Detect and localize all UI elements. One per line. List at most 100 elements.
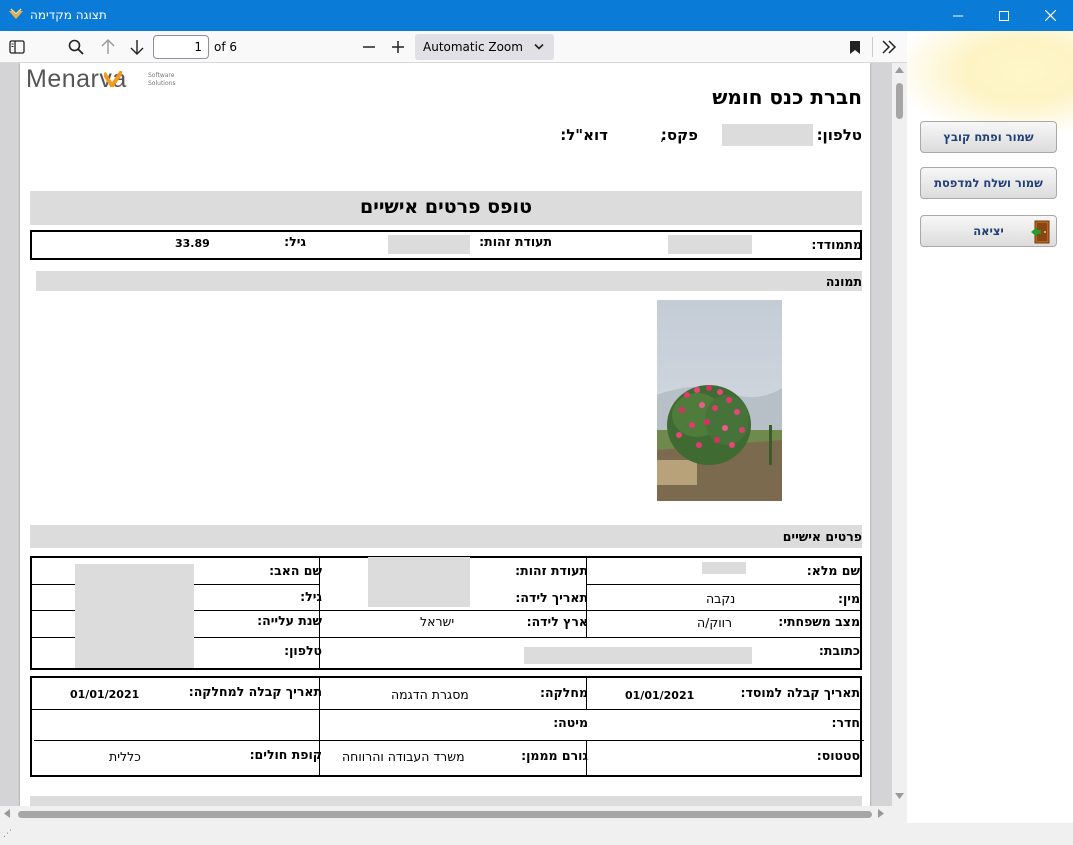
- scroll-right-icon[interactable]: [878, 809, 884, 818]
- bookmark-button[interactable]: [844, 37, 866, 57]
- contact-email-label: דוא"ל:: [560, 126, 608, 144]
- summary-id-label: תעודת זהות:: [479, 234, 552, 249]
- department-label: מחלקה:: [540, 685, 588, 700]
- save-send-printer-label: שמור ושלח למדפסת: [934, 176, 1043, 190]
- toolbar-divider: [872, 37, 873, 57]
- resident-name-redacted: [668, 235, 752, 254]
- arrow-down-icon: [130, 40, 144, 55]
- save-send-printer-button[interactable]: שמור ושלח למדפסת: [920, 167, 1057, 199]
- menarva-logo: Menarva Software Solutions: [26, 65, 176, 94]
- dept-admission-label: תאריך קבלה למחלקה:: [188, 684, 322, 699]
- logo-sub-software: Software: [148, 72, 175, 79]
- address-label: כתובת:: [818, 643, 860, 658]
- exit-label: יציאה: [973, 224, 1004, 238]
- full-name-redacted: [702, 562, 746, 574]
- zoom-in-button[interactable]: [387, 37, 409, 57]
- summary-age-label: גיל:: [284, 234, 306, 249]
- bed-label: מיטה:: [553, 715, 588, 730]
- dept-admission-value: 01/01/2021: [70, 688, 140, 701]
- zoom-select[interactable]: Automatic Zoom: [415, 34, 554, 60]
- summary-age-value: 33.89: [175, 237, 210, 250]
- next-section-bar: [30, 796, 862, 806]
- close-button[interactable]: [1027, 0, 1073, 31]
- funder-value: משרד העבודה והרווחה: [342, 749, 465, 764]
- grid-line: [34, 740, 864, 741]
- resize-grip-icon[interactable]: ⋰: [3, 829, 12, 839]
- action-panel: שמור ופתח קובץ שמור ושלח למדפסת יציאה: [907, 31, 1073, 823]
- gender-label: מין:: [837, 591, 860, 606]
- phone-redacted: [722, 124, 813, 146]
- personal-section-title: פרטים אישיים: [782, 529, 862, 544]
- personal-id-redacted: [368, 557, 470, 607]
- panel-decoration: [907, 31, 1073, 131]
- minimize-button[interactable]: [935, 0, 981, 31]
- form-title: טופס פרטים אישיים: [360, 196, 532, 218]
- save-open-file-button[interactable]: שמור ופתח קובץ: [920, 121, 1057, 153]
- personal-id-label: תעודת זהות:: [515, 563, 588, 578]
- father-name-label: שם האב:: [269, 563, 322, 578]
- full-name-label: שם מלא:: [806, 563, 860, 578]
- window-titlebar: תצוגה מקדימה: [0, 0, 1073, 31]
- grid-line: [320, 610, 860, 611]
- zoom-select-value: Automatic Zoom: [423, 40, 523, 54]
- vertical-scroll-thumb[interactable]: [896, 83, 903, 119]
- vertical-scrollbar[interactable]: [892, 63, 907, 806]
- document-page: Menarva Software Solutions חברת כנס חומש…: [20, 63, 870, 806]
- personal-phone-label: טלפון:: [284, 643, 322, 658]
- window-title: תצוגה מקדימה: [30, 8, 107, 22]
- birth-country-label: ארץ לידה:: [526, 614, 588, 629]
- maximize-icon: [999, 10, 1009, 21]
- personal-section-bar: [30, 525, 862, 548]
- close-icon: [1044, 10, 1056, 21]
- status-bar: ⋰: [0, 823, 1073, 845]
- next-page-button[interactable]: [126, 37, 148, 57]
- admission-date-label: תאריך קבלה למוסד:: [740, 685, 861, 700]
- scroll-left-icon[interactable]: [4, 809, 10, 818]
- pdf-toolbar: 1 of 6 Automatic Zoom: [0, 31, 907, 63]
- document-viewport[interactable]: Menarva Software Solutions חברת כנס חומש…: [0, 63, 892, 806]
- address-redacted: [524, 647, 752, 664]
- find-button[interactable]: [65, 37, 87, 57]
- app-logo-icon: [9, 8, 23, 19]
- save-open-file-label: שמור ופתח קובץ: [943, 130, 1034, 144]
- hmo-label: קופת חולים:: [249, 747, 322, 762]
- arrow-up-icon: [101, 39, 115, 54]
- sidebar-toggle-button[interactable]: [6, 37, 28, 57]
- department-value: מסגרת הדגמה: [391, 687, 469, 702]
- photo-section-title: תמונה: [825, 274, 862, 289]
- admission-date-value: 01/01/2021: [625, 689, 695, 702]
- horizontal-scroll-thumb[interactable]: [18, 811, 872, 818]
- funder-label: גורם מממן:: [521, 748, 588, 763]
- minus-icon: [363, 46, 375, 48]
- zoom-out-button[interactable]: [358, 37, 380, 57]
- company-name: חברת כנס חומש: [712, 85, 862, 109]
- scroll-down-icon[interactable]: [895, 793, 904, 799]
- previous-page-button[interactable]: [97, 37, 119, 57]
- grid-line: [32, 709, 860, 710]
- maximize-button[interactable]: [981, 0, 1027, 31]
- exit-door-icon: [1031, 220, 1050, 244]
- page-count-label: of 6: [214, 40, 238, 54]
- horizontal-scrollbar[interactable]: [0, 806, 892, 823]
- plus-icon: [392, 41, 404, 53]
- birth-date-label: תאריך לידה:: [515, 590, 588, 605]
- contact-phone-label: טלפון:: [816, 126, 862, 144]
- contact-fax-label: פקס:: [660, 126, 698, 144]
- birth-country-value: ישראל: [420, 614, 455, 629]
- marital-status-label: מצב משפחתי:: [778, 614, 860, 629]
- scroll-up-icon[interactable]: [895, 67, 904, 73]
- chevron-down-icon: [534, 43, 544, 50]
- page-number-input[interactable]: 1: [153, 35, 209, 59]
- double-chevron-right-icon: [882, 40, 897, 54]
- room-label: חדר:: [831, 715, 860, 730]
- father-name-redacted: [75, 564, 194, 668]
- grid-line: [586, 584, 860, 585]
- status-label: סטטוס:: [816, 748, 860, 763]
- bookmark-icon: [850, 40, 860, 54]
- tools-menu-button[interactable]: [878, 37, 900, 57]
- logo-mark-icon: [104, 71, 122, 87]
- summary-id-redacted: [388, 235, 470, 254]
- exit-button[interactable]: יציאה: [920, 215, 1057, 247]
- minimize-icon: [953, 15, 963, 16]
- search-icon: [68, 39, 84, 55]
